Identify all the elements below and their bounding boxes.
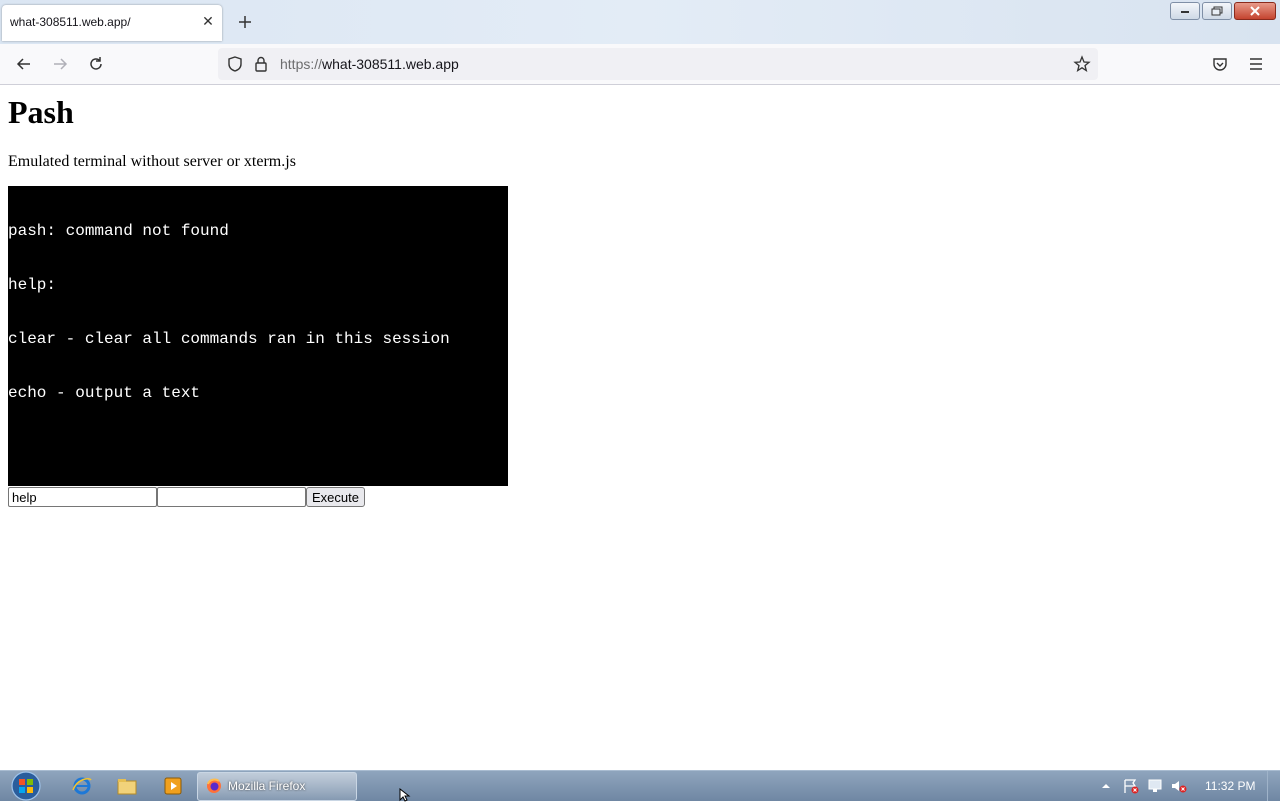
taskbar: Mozilla Firefox 11:32 PM: [0, 770, 1280, 801]
bookmark-star-icon[interactable]: [1073, 55, 1091, 73]
volume-muted-icon[interactable]: [1170, 778, 1188, 794]
restore-icon[interactable]: [1202, 2, 1232, 20]
pocket-icon[interactable]: [1210, 54, 1230, 74]
forward-arrow-icon[interactable]: [50, 54, 70, 74]
terminal-line: help:: [8, 276, 57, 294]
shield-icon[interactable]: [226, 55, 244, 73]
start-orb-icon[interactable]: [8, 771, 44, 801]
firefox-icon: [207, 778, 221, 793]
network-icon[interactable]: [1146, 778, 1164, 794]
window-controls: [1170, 2, 1276, 20]
terminal-line: echo - output a text: [8, 384, 201, 402]
url-host: what-308511.web.app: [322, 56, 459, 72]
minimize-icon[interactable]: [1170, 2, 1200, 20]
browser-tab[interactable]: what-308511.web.app/ ✕: [2, 5, 222, 41]
lock-icon[interactable]: [252, 55, 270, 73]
taskbar-clock[interactable]: 11:32 PM: [1205, 779, 1255, 793]
browser-titlebar: what-308511.web.app/ ✕: [0, 0, 1280, 44]
browser-navbar: https://what-308511.web.app: [0, 44, 1280, 85]
tab-title: what-308511.web.app/: [10, 15, 131, 29]
taskbar-firefox-button[interactable]: Mozilla Firefox: [197, 772, 357, 801]
close-tab-icon[interactable]: ✕: [200, 13, 216, 29]
taskbar-task-label: Mozilla Firefox: [228, 779, 306, 793]
media-player-icon[interactable]: [162, 776, 184, 796]
terminal-output: pash: command not found help: clear - cl…: [8, 186, 508, 486]
action-center-flag-icon[interactable]: [1122, 778, 1140, 794]
page-title: Pash: [8, 94, 74, 130]
back-arrow-icon[interactable]: [14, 54, 34, 74]
url-text[interactable]: https://what-308511.web.app: [280, 56, 459, 72]
new-tab-icon[interactable]: [235, 12, 255, 32]
execute-button[interactable]: Execute: [306, 487, 365, 507]
reload-icon[interactable]: [86, 54, 106, 74]
menu-icon[interactable]: [1246, 54, 1266, 74]
show-desktop-button[interactable]: [1267, 771, 1280, 801]
url-bar[interactable]: https://what-308511.web.app: [218, 48, 1098, 80]
argument-input[interactable]: [157, 487, 306, 507]
page-subtitle: Emulated terminal without server or xter…: [8, 153, 296, 170]
command-input[interactable]: [8, 487, 157, 507]
close-window-icon[interactable]: [1234, 2, 1276, 20]
terminal-line: clear - clear all commands ran in this s…: [8, 330, 450, 348]
show-hidden-icons-icon[interactable]: [1100, 778, 1112, 794]
internet-explorer-icon[interactable]: [71, 776, 93, 796]
file-explorer-icon[interactable]: [116, 776, 138, 796]
terminal-line: pash: command not found: [8, 222, 229, 240]
url-scheme: https://: [280, 56, 323, 72]
